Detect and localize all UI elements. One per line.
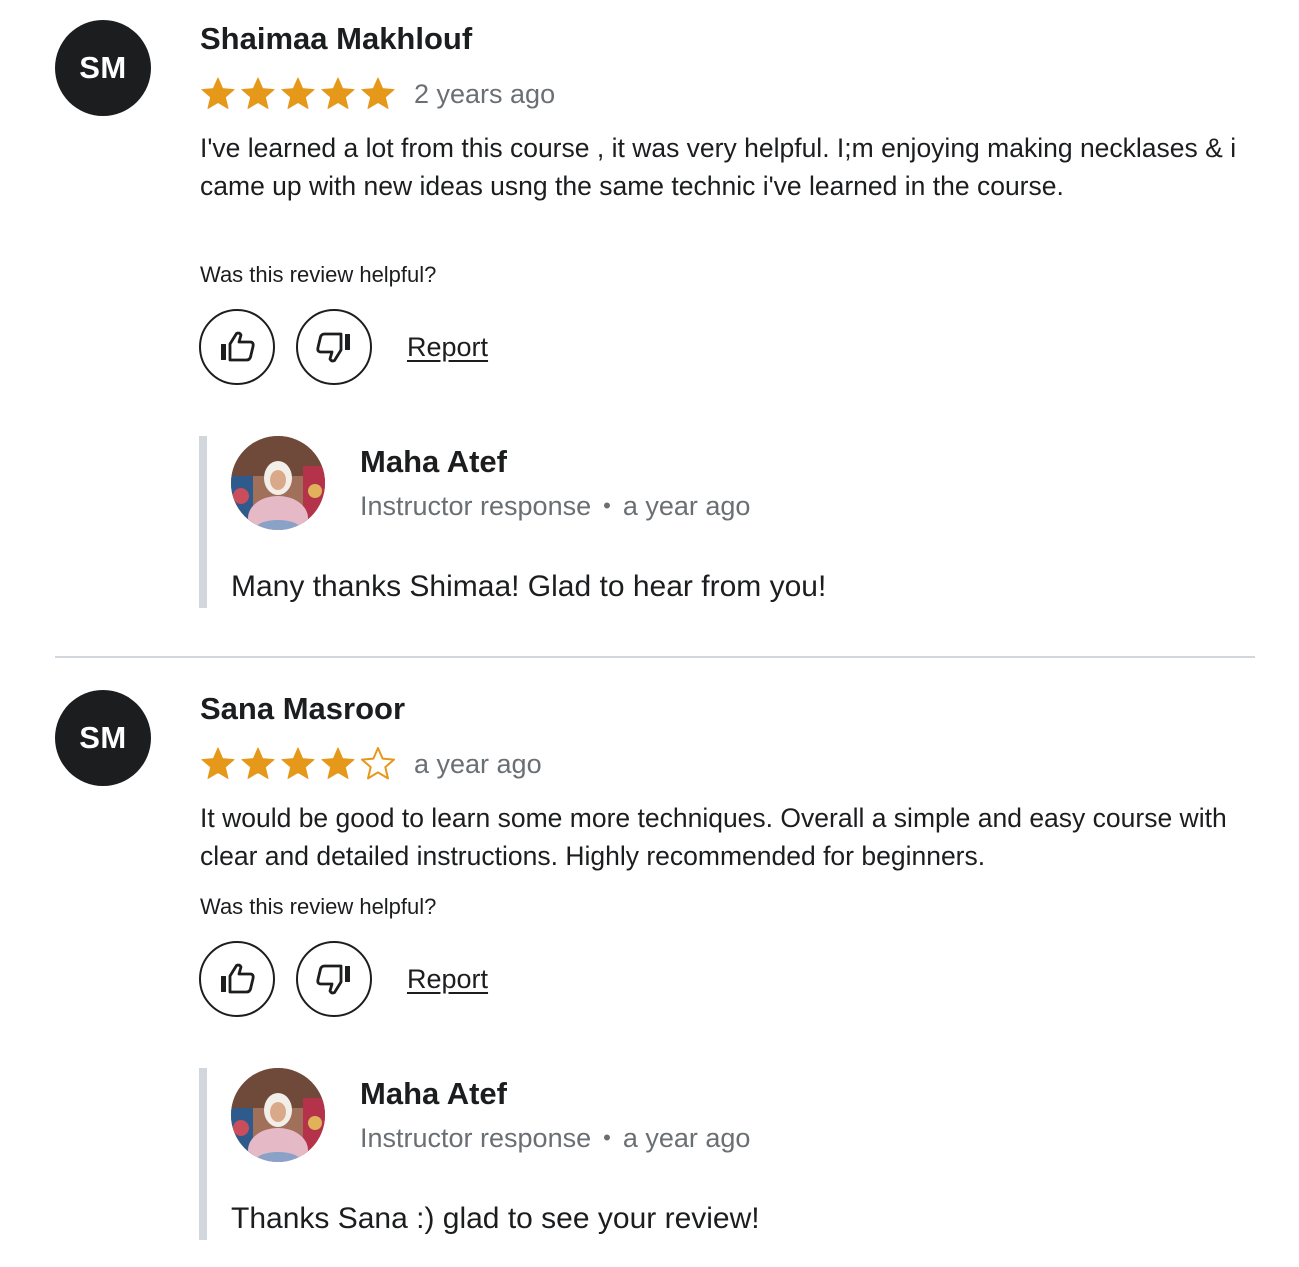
response-date: a year ago	[622, 1123, 751, 1153]
star-filled-icon	[281, 77, 315, 109]
rating-row: 2 years ago	[200, 74, 555, 114]
thumbs-down-icon	[316, 964, 350, 995]
instructor-name: Maha Atef	[360, 444, 507, 479]
thumbs-up-icon	[221, 331, 255, 362]
review-date: 2 years ago	[414, 78, 556, 109]
star-filled-icon	[201, 747, 235, 779]
instructor-photo	[231, 436, 325, 530]
instructor-name: Maha Atef	[360, 1076, 507, 1111]
thumbs-up-button[interactable]	[199, 309, 275, 385]
instructor-response: Maha Atef Instructor response • a year ago…	[199, 1068, 1267, 1240]
thumbs-down-icon	[316, 332, 350, 363]
review-date: a year ago	[414, 748, 542, 779]
star-empty-icon	[361, 747, 395, 780]
helpful-question: Was this review helpful?	[200, 894, 437, 919]
star-filled-icon	[201, 77, 235, 109]
instructor-avatar	[231, 436, 325, 530]
avatar: SM	[55, 690, 151, 786]
instructor-avatar	[231, 1068, 325, 1162]
star-filled-icon	[281, 747, 315, 779]
meta-separator: •	[603, 1125, 611, 1150]
star-filled-icon	[361, 77, 395, 109]
instructor-photo	[231, 1068, 325, 1162]
star-filled-icon	[321, 77, 355, 109]
star-rating	[200, 76, 400, 112]
meta-separator: •	[603, 493, 611, 518]
instructor-response: Maha Atef Instructor response • a year ago…	[199, 436, 1267, 608]
response-role: Instructor response	[360, 491, 592, 521]
reviews-page: SM Shaimaa Makhlouf 2 years ago I've lea…	[0, 0, 1299, 1267]
response-role: Instructor response	[360, 1123, 592, 1153]
review-text: It would be good to learn some more tech…	[200, 803, 1227, 871]
response-text: Many thanks Shimaa! Glad to hear from yo…	[231, 570, 827, 603]
thumbs-down-button[interactable]	[296, 309, 372, 385]
response-text: Thanks Sana :) glad to see your review!	[231, 1202, 760, 1235]
star-rating	[200, 746, 400, 782]
avatar-initials: SM	[79, 50, 127, 85]
response-meta: Instructor response • a year ago	[360, 1122, 750, 1154]
report-link[interactable]: Report	[407, 331, 488, 363]
thumbs-up-button[interactable]	[199, 941, 275, 1017]
review-text: I've learned a lot from this course , it…	[200, 133, 1237, 201]
review-divider	[55, 656, 1255, 658]
rating-row: a year ago	[200, 744, 542, 784]
thumbs-up-icon	[221, 963, 255, 994]
star-filled-icon	[241, 747, 275, 779]
reviewer-name: Sana Masroor	[200, 691, 406, 726]
thumbs-down-button[interactable]	[296, 941, 372, 1017]
avatar-initials: SM	[79, 720, 127, 755]
star-filled-icon	[241, 77, 275, 109]
avatar: SM	[55, 20, 151, 116]
response-meta: Instructor response • a year ago	[360, 490, 750, 522]
report-link[interactable]: Report	[407, 963, 488, 995]
reviewer-name: Shaimaa Makhlouf	[200, 21, 473, 56]
helpful-question: Was this review helpful?	[200, 262, 437, 287]
star-filled-icon	[321, 747, 355, 779]
response-date: a year ago	[622, 491, 751, 521]
